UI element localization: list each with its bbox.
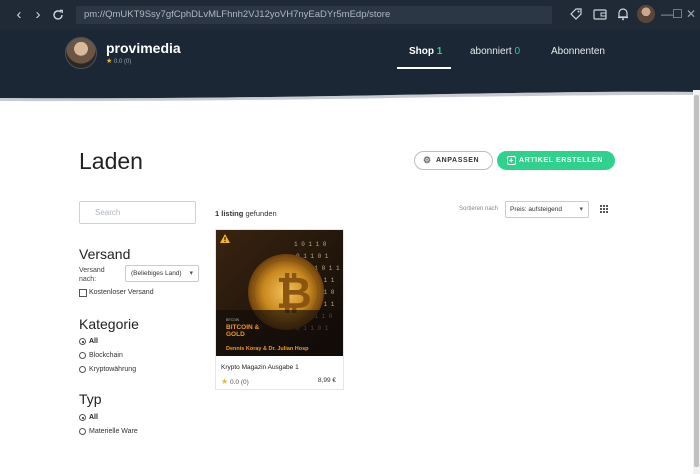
back-icon[interactable]: ‹ bbox=[10, 6, 28, 24]
tab-subscribed[interactable]: abonniert 0 bbox=[470, 46, 520, 57]
maximize-icon[interactable]: ☐ bbox=[672, 7, 683, 21]
star-icon: ★ bbox=[106, 58, 113, 65]
listing-rating: ★ 0.0 (0) bbox=[221, 377, 249, 386]
listing-count-rest: gefunden bbox=[245, 209, 277, 218]
shipping-title: Versand bbox=[79, 246, 131, 262]
active-tab-indicator bbox=[397, 67, 451, 69]
search-input[interactable] bbox=[79, 201, 196, 224]
star-icon: ★ bbox=[221, 377, 229, 386]
close-icon[interactable]: ✕ bbox=[686, 7, 696, 21]
sort-label: Sortieren nach bbox=[459, 206, 499, 212]
listing-image[interactable]: 1 0 1 1 0 0 1 1 0 1 1 0 1 0 1 1 0 1 0 1 … bbox=[216, 230, 343, 356]
forward-icon[interactable]: › bbox=[29, 6, 47, 24]
gear-icon: ⚙ bbox=[423, 155, 432, 165]
category-option-blockchain[interactable]: Blockchain bbox=[89, 351, 123, 360]
category-option-all[interactable]: All bbox=[89, 337, 98, 346]
plus-icon: + bbox=[507, 156, 516, 165]
tab-shop-count: 1 bbox=[436, 46, 443, 57]
type-title: Typ bbox=[79, 391, 102, 407]
category-title: Kategorie bbox=[79, 316, 139, 332]
store-avatar[interactable] bbox=[65, 37, 97, 69]
customize-label: ANPASSEN bbox=[436, 157, 480, 164]
free-shipping-checkbox[interactable] bbox=[79, 289, 87, 297]
tab-subscribed-count: 0 bbox=[514, 46, 521, 57]
svg-text:1 0 1 1 0: 1 0 1 1 0 bbox=[294, 241, 327, 248]
category-radio-blockchain[interactable] bbox=[79, 352, 86, 359]
wallet-icon[interactable] bbox=[593, 7, 609, 23]
cover-line1: BITCOIN & bbox=[226, 324, 260, 331]
tag-icon[interactable] bbox=[569, 7, 585, 23]
type-radio-all[interactable] bbox=[79, 414, 86, 421]
cover-authors: Dennis Koray & Dr. Julian Hosp bbox=[226, 346, 309, 352]
type-option-physical[interactable]: Materielle Ware bbox=[89, 427, 138, 436]
tab-shop[interactable]: Shop 1 bbox=[409, 46, 442, 57]
caret-down-icon: ▾ bbox=[189, 270, 193, 277]
page-title: Laden bbox=[79, 148, 143, 174]
listing-count: 1 listing gefunden bbox=[215, 209, 277, 218]
browser-top-bar: ‹ › pm://QmUKT9Ssy7gfCphDLvMLFhnh2VJ12yo… bbox=[0, 0, 700, 30]
create-item-button[interactable]: + ARTIKEL ERSTELLEN bbox=[497, 151, 615, 170]
warning-icon bbox=[220, 234, 230, 243]
store-rating: ★ 0.0 (0) bbox=[106, 57, 131, 65]
tab-subscribed-label: abonniert bbox=[470, 46, 512, 57]
category-radio-crypto[interactable] bbox=[79, 366, 86, 373]
listing-card[interactable]: 1 0 1 1 0 0 1 1 0 1 1 0 1 0 1 1 0 1 0 1 … bbox=[215, 229, 344, 390]
scrollbar-thumb[interactable] bbox=[694, 95, 699, 467]
grid-view-icon[interactable] bbox=[600, 205, 608, 213]
tab-shop-label: Shop bbox=[409, 46, 434, 57]
cover-title: BITCOIN & GOLD bbox=[226, 324, 259, 338]
sort-select[interactable]: Preis: aufsteigend ▾ bbox=[505, 201, 589, 218]
free-shipping-label: Kostenloser Versand bbox=[89, 289, 154, 296]
tab-subscribers-label: Abonnenten bbox=[551, 46, 605, 57]
svg-text:BITCOIN: BITCOIN bbox=[226, 318, 240, 322]
tab-subscribers[interactable]: Abonnenten bbox=[551, 46, 605, 57]
sort-select-value: Preis: aufsteigend bbox=[510, 206, 563, 213]
bell-icon[interactable] bbox=[616, 7, 632, 23]
header-wave bbox=[0, 86, 700, 102]
ship-to-label: Versand nach: bbox=[79, 267, 105, 283]
cover-line2: GOLD bbox=[226, 331, 245, 338]
store-rating-value: 0.0 (0) bbox=[113, 59, 132, 65]
listing-price: 8,99 € bbox=[317, 377, 336, 384]
listing-title[interactable]: Krypto Magazin Ausgabe 1 bbox=[221, 364, 299, 371]
country-select-value: (Beliebiges Land) bbox=[131, 270, 182, 277]
customize-button[interactable]: ⚙ ANPASSEN bbox=[414, 151, 493, 170]
listing-count-bold: 1 listing bbox=[215, 209, 244, 218]
user-avatar[interactable] bbox=[637, 5, 655, 23]
type-radio-physical[interactable] bbox=[79, 428, 86, 435]
store-header bbox=[0, 30, 700, 90]
type-option-all[interactable]: All bbox=[89, 413, 98, 422]
category-radio-all[interactable] bbox=[79, 338, 86, 345]
category-option-crypto[interactable]: Kryptowährung bbox=[89, 365, 136, 374]
address-bar[interactable]: pm://QmUKT9Ssy7gfCphDLvMLFhnh2VJ12yoVH7n… bbox=[76, 6, 552, 24]
caret-down-icon: ▾ bbox=[579, 206, 583, 213]
store-name[interactable]: provimedia bbox=[106, 40, 181, 56]
reload-icon[interactable] bbox=[49, 6, 67, 24]
listing-rating-value: 0.0 (0) bbox=[229, 379, 249, 386]
create-item-label: ARTIKEL ERSTELLEN bbox=[519, 157, 603, 164]
country-select[interactable]: (Beliebiges Land) ▾ bbox=[125, 265, 199, 282]
